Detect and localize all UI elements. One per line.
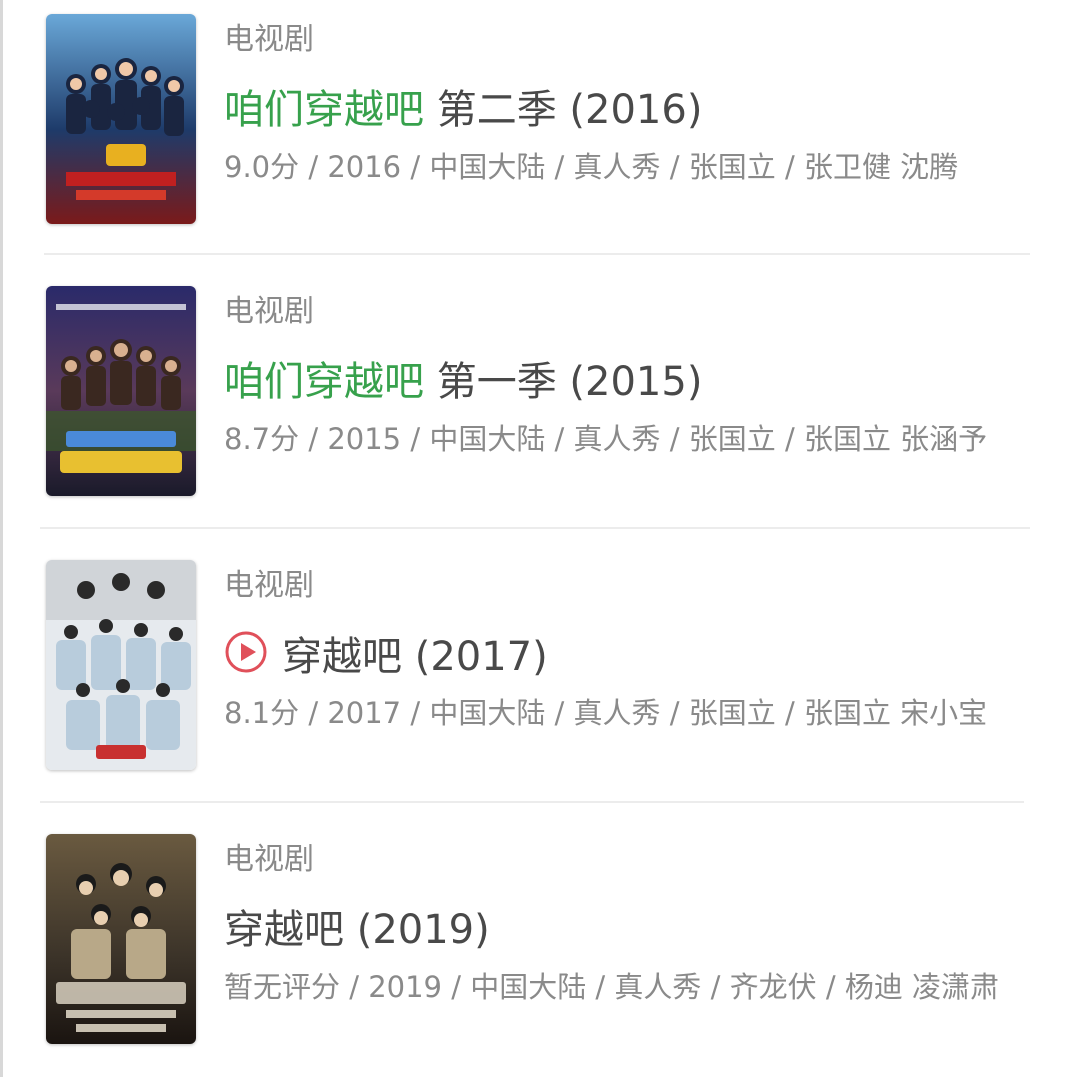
search-results-page: 电视剧 咱们穿越吧 第二季 (2016) 9.0分 / 2016 / 中国大陆 … xyxy=(0,0,1080,1077)
title-text: 穿越吧 (2017) xyxy=(282,634,548,680)
category-label: 电视剧 xyxy=(224,568,314,603)
poster-image[interactable] xyxy=(46,834,196,1044)
result-title[interactable]: 咱们穿越吧 第二季 (2016) xyxy=(224,84,702,136)
result-title[interactable]: 穿越吧 (2019) xyxy=(224,904,490,956)
result-item[interactable]: 电视剧 穿越吧 (2019) 暂无评分 / 2019 / 中国大陆 / 真人秀 … xyxy=(0,820,1080,1077)
category-label: 电视剧 xyxy=(224,294,314,329)
show-poster-2017 xyxy=(46,560,196,770)
play-circle-icon[interactable] xyxy=(224,630,268,674)
show-poster-season-2 xyxy=(46,14,196,224)
poster-image[interactable] xyxy=(46,560,196,770)
category-label: 电视剧 xyxy=(224,22,314,57)
result-meta: 暂无评分 / 2019 / 中国大陆 / 真人秀 / 齐龙伏 / 杨迪 凌潇肃 xyxy=(224,970,1000,1004)
result-item[interactable]: 电视剧 咱们穿越吧 第一季 (2015) 8.7分 / 2015 / 中国大陆 … xyxy=(0,272,1080,546)
poster-image[interactable] xyxy=(46,14,196,224)
result-meta: 9.0分 / 2016 / 中国大陆 / 真人秀 / 张国立 / 张卫健 沈腾 xyxy=(224,150,959,184)
divider xyxy=(40,527,1030,529)
show-poster-2019 xyxy=(46,834,196,1044)
result-title[interactable]: 咱们穿越吧 第一季 (2015) xyxy=(224,356,702,408)
title-text: 第二季 (2016) xyxy=(424,87,703,133)
result-meta: 8.7分 / 2015 / 中国大陆 / 真人秀 / 张国立 / 张国立 张涵予 xyxy=(224,422,988,456)
result-item[interactable]: 电视剧 咱们穿越吧 第二季 (2016) 9.0分 / 2016 / 中国大陆 … xyxy=(0,0,1080,274)
poster-image[interactable] xyxy=(46,286,196,496)
title-highlight: 咱们穿越吧 xyxy=(224,359,424,405)
show-poster-season-1 xyxy=(46,286,196,496)
divider xyxy=(44,253,1030,255)
result-item[interactable]: 电视剧 穿越吧 (2017) 8.1分 / 2017 / 中国大陆 / 真人秀 … xyxy=(0,546,1080,820)
divider xyxy=(40,801,1024,803)
title-text: 穿越吧 (2019) xyxy=(224,907,490,953)
title-highlight: 咱们穿越吧 xyxy=(224,87,424,133)
result-meta: 8.1分 / 2017 / 中国大陆 / 真人秀 / 张国立 / 张国立 宋小宝 xyxy=(224,696,988,730)
title-text: 第一季 (2015) xyxy=(424,359,703,405)
category-label: 电视剧 xyxy=(224,842,314,877)
result-title[interactable]: 穿越吧 (2017) xyxy=(224,630,548,683)
